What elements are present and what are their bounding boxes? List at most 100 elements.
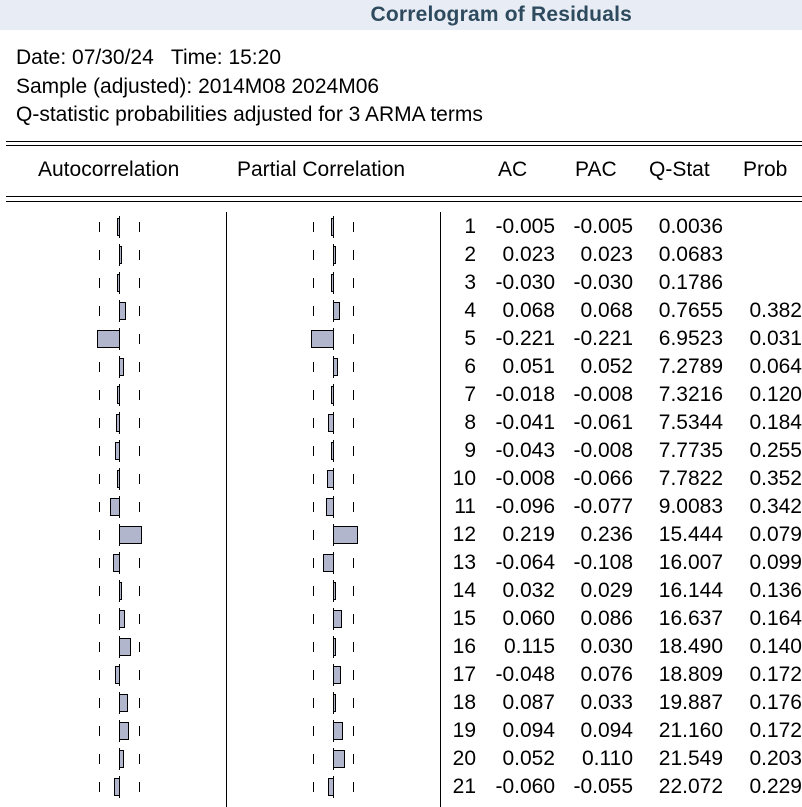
ac-band-upper [139,698,140,708]
ac-band-upper [139,278,140,288]
table-cell-pac: -0.008 [573,383,633,406]
ac-band-lower [99,390,100,400]
table-cell-q: 7.2789 [658,355,723,378]
pac-band-upper [353,726,354,736]
table-cell-pac: 0.029 [580,579,633,602]
pac-band-lower [313,670,314,680]
ac-band-upper [139,502,140,512]
table-cell-q: 7.3216 [658,383,723,406]
table-cell-q: 6.9523 [658,327,723,350]
ac-band-upper [139,670,140,680]
table-cell-prob: 0.031 [749,327,802,350]
ac-band-lower [99,278,100,288]
ac-band-lower [99,474,100,484]
ac-band-upper [139,614,140,624]
table-cell-ac: 0.094 [502,719,555,742]
table-cell-pac: 0.076 [580,663,633,686]
column-divider-left [226,212,227,807]
pac-bar [328,414,334,432]
pac-band-upper [353,670,354,680]
table-cell-q: 0.0683 [658,243,723,266]
ac-band-lower [99,782,100,792]
table-cell-pac: 0.033 [580,691,633,714]
table-cell-prob: 0.184 [749,411,802,434]
ac-bar [119,750,124,768]
table-cell-lag: 6 [464,355,476,378]
ac-band-upper [139,474,140,484]
table-cell-lag: 12 [452,523,476,546]
pac-bar [333,694,336,712]
table-cell-prob: 0.342 [749,495,802,518]
ac-band-upper [139,222,140,232]
pac-band-lower [313,726,314,736]
pac-band-upper [353,586,354,596]
ac-band-lower [99,726,100,736]
header-rule-bottom [6,196,802,197]
table-cell-ac: 0.023 [502,243,555,266]
pac-band-upper [353,250,354,260]
pac-bar [331,274,334,292]
pac-band-lower [313,754,314,764]
pac-band-lower [313,530,314,540]
ac-bar [119,694,128,712]
pac-bar [333,582,336,600]
table-cell-q: 21.160 [658,719,723,742]
ac-bar [117,274,120,292]
pac-bar [311,330,334,348]
pac-band-upper [353,558,354,568]
ac-band-lower [99,250,100,260]
table-cell-q: 0.7655 [658,299,723,322]
ac-bar [119,246,122,264]
ac-band-lower [99,222,100,232]
pac-bar [326,498,334,516]
pac-band-upper [353,614,354,624]
table-cell-pac: -0.055 [573,775,633,798]
ac-band-lower [99,558,100,568]
table-cell-q: 22.072 [658,775,723,798]
table-cell-ac: -0.005 [495,215,555,238]
pac-band-upper [353,698,354,708]
ac-band-upper [139,726,140,736]
table-cell-prob: 0.382 [749,299,802,322]
ac-bar [116,414,120,432]
ac-band-lower [99,362,100,372]
ac-bar [117,386,120,404]
table-cell-ac: -0.064 [495,551,555,574]
ac-band-lower [99,642,100,652]
table-cell-lag: 4 [464,299,476,322]
table-cell-prob: 0.064 [749,355,802,378]
ac-band-lower [99,670,100,680]
pac-bar [328,778,334,796]
table-cell-lag: 13 [452,551,476,574]
table-cell-ac: -0.018 [495,383,555,406]
pac-bar [333,526,358,544]
pac-band-upper [353,782,354,792]
ac-band-lower [99,446,100,456]
pac-band-lower [313,642,314,652]
table-cell-prob: 0.120 [749,383,802,406]
pac-band-lower [313,222,314,232]
table-cell-lag: 9 [464,439,476,462]
table-cell-pac: 0.110 [582,747,633,770]
table-cell-q: 21.549 [658,747,723,770]
table-cell-pac: 0.052 [580,355,633,378]
pac-bar [333,358,338,376]
ac-bar [97,330,120,348]
ac-band-upper [139,586,140,596]
table-cell-lag: 5 [464,327,476,350]
ac-bar [117,218,120,236]
ac-header: AC [498,158,528,181]
table-cell-q: 18.490 [658,635,723,658]
table-cell-pac: 0.068 [580,299,633,322]
pac-band-upper [353,474,354,484]
table-cell-ac: -0.030 [495,271,555,294]
ac-band-lower [99,754,100,764]
table-cell-prob: 0.255 [749,439,802,462]
pac-bar [333,722,343,740]
ac-band-lower [99,614,100,624]
ac-bar [113,554,120,572]
pac-band-lower [313,474,314,484]
table-cell-q: 7.5344 [658,411,723,434]
pac-band-lower [313,446,314,456]
pac-band-lower [313,306,314,316]
